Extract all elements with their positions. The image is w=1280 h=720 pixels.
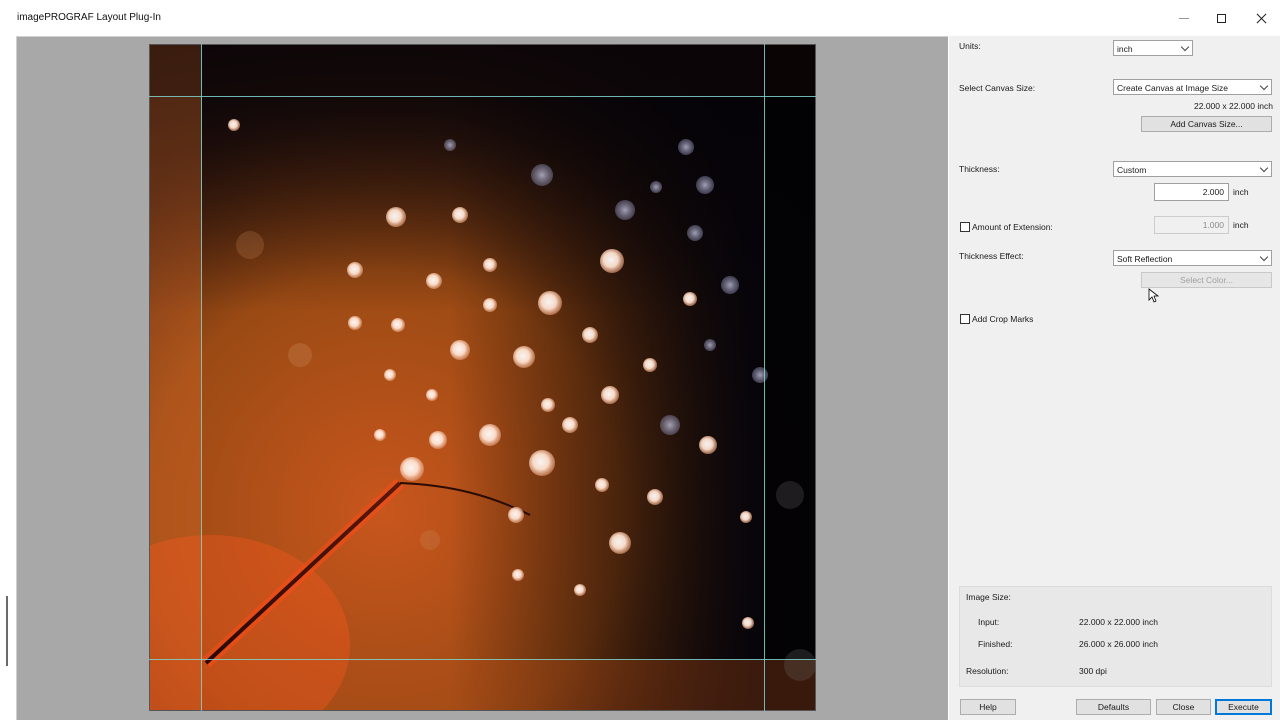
- defaults-button[interactable]: Defaults: [1076, 699, 1151, 715]
- thickness-unit: inch: [1233, 187, 1249, 197]
- mouse-cursor-icon: [1148, 288, 1160, 303]
- thickness-effect-label: Thickness Effect:: [959, 251, 1024, 261]
- window-title: imagePROGRAF Layout Plug-In: [17, 12, 161, 23]
- chevron-down-icon: [1259, 163, 1269, 173]
- preview-image: [149, 44, 816, 711]
- thickness-label: Thickness:: [959, 164, 1000, 174]
- chevron-down-icon: [1259, 252, 1269, 262]
- minimize-icon: [1179, 17, 1189, 19]
- crop-marks-label: Add Crop Marks: [972, 314, 1034, 324]
- chevron-down-icon: [1259, 81, 1269, 91]
- canvas-dimensions: 22.000 x 22.000 inch: [1194, 101, 1273, 111]
- thickness-effect-select[interactable]: Soft Reflection: [1113, 250, 1272, 266]
- input-size-label: Input:: [978, 617, 1000, 627]
- select-color-button[interactable]: Select Color...: [1141, 272, 1272, 288]
- left-window-edge: [0, 36, 16, 720]
- input-size-value: 22.000 x 22.000 inch: [1079, 617, 1158, 627]
- units-value: inch: [1117, 44, 1133, 54]
- guide-line-top: [149, 96, 816, 97]
- extension-unit: inch: [1233, 220, 1249, 230]
- units-select[interactable]: inch: [1113, 40, 1193, 56]
- finished-size-label: Finished:: [978, 639, 1013, 649]
- extension-checkbox[interactable]: [960, 222, 970, 232]
- units-label: Units:: [959, 41, 981, 51]
- extension-label: Amount of Extension:: [972, 222, 1053, 232]
- title-bar: imagePROGRAF Layout Plug-In: [0, 0, 1280, 36]
- execute-button[interactable]: Execute: [1215, 699, 1272, 715]
- guide-line-bottom: [149, 659, 816, 660]
- canvas-size-select[interactable]: Create Canvas at Image Size: [1113, 79, 1272, 95]
- thickness-input[interactable]: 2.000: [1154, 183, 1229, 201]
- add-canvas-size-button[interactable]: Add Canvas Size...: [1141, 116, 1272, 132]
- guide-line-left: [201, 44, 202, 711]
- thickness-select[interactable]: Custom: [1113, 161, 1272, 177]
- extension-input[interactable]: 1.000: [1154, 216, 1229, 234]
- close-icon: [1256, 13, 1267, 24]
- maximize-icon: [1216, 13, 1226, 23]
- image-size-title: Image Size:: [966, 592, 1011, 602]
- resolution-value: 300 dpi: [1079, 666, 1107, 676]
- help-button[interactable]: Help: [960, 699, 1016, 715]
- thickness-value: Custom: [1117, 165, 1147, 175]
- guide-line-right: [764, 44, 765, 711]
- canvas-size-value: Create Canvas at Image Size: [1117, 83, 1229, 93]
- canvas-size-label: Select Canvas Size:: [959, 83, 1036, 93]
- finished-size-value: 26.000 x 26.000 inch: [1079, 639, 1158, 649]
- close-window-button[interactable]: [1238, 6, 1280, 30]
- close-button[interactable]: Close: [1156, 699, 1211, 715]
- resolution-label: Resolution:: [966, 666, 1009, 676]
- chevron-down-icon: [1180, 42, 1190, 52]
- thickness-effect-value: Soft Reflection: [1117, 254, 1173, 264]
- crop-marks-checkbox[interactable]: [960, 314, 970, 324]
